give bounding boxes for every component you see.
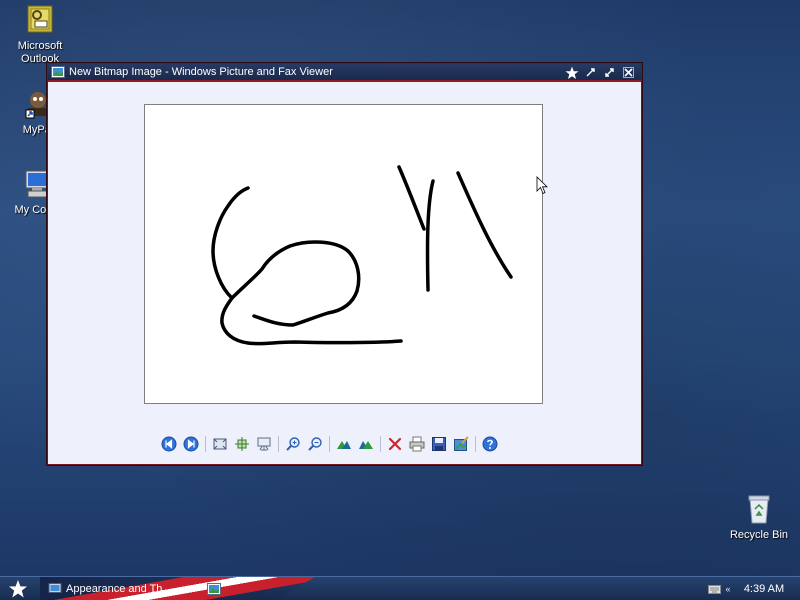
actual-size-button[interactable] — [231, 434, 253, 454]
recycle-bin-icon — [743, 493, 775, 525]
delete-icon — [388, 437, 402, 451]
edit-button[interactable] — [450, 434, 472, 454]
stroke-circle — [230, 240, 361, 327]
previous-image-icon — [161, 436, 177, 452]
window-controls — [563, 65, 637, 80]
maximize-icon — [605, 68, 614, 77]
slide-show-button[interactable] — [253, 434, 275, 454]
minimize-button[interactable] — [582, 65, 599, 80]
keyboard-tray-button[interactable] — [706, 581, 722, 597]
mouse-cursor-icon — [536, 176, 548, 195]
minimize-icon — [586, 68, 595, 77]
taskbar-item-label: Appearance and Th... — [66, 583, 172, 595]
start-button[interactable] — [4, 579, 32, 599]
taskbar-item-picture-viewer[interactable] — [207, 579, 227, 599]
window-titlebar[interactable]: New Bitmap Image - Windows Picture and F… — [48, 64, 641, 82]
drawing-image — [211, 165, 513, 346]
outlook-icon — [24, 4, 56, 36]
taskbar: Appearance and Th... « 4:39 AM — [0, 576, 800, 600]
picture-viewer-icon — [207, 583, 221, 595]
keyboard-icon — [707, 584, 721, 594]
desktop-icon-recycle-bin[interactable]: Recycle Bin — [724, 493, 794, 542]
desktop-icon-label: Microsoft — [17, 40, 63, 52]
picture-viewer-window[interactable]: New Bitmap Image - Windows Picture and F… — [47, 63, 642, 465]
picture-viewer-icon — [51, 66, 65, 78]
stroke-line-c — [456, 171, 513, 279]
viewer-toolbar — [158, 434, 501, 454]
rotate-counterclockwise-button[interactable] — [355, 434, 377, 454]
stroke-line-a — [397, 165, 426, 231]
rotate-clockwise-button[interactable] — [333, 434, 355, 454]
tray-expand-button[interactable]: « — [722, 581, 734, 597]
window-title: New Bitmap Image - Windows Picture and F… — [69, 66, 333, 78]
star-menu-button[interactable] — [563, 65, 580, 80]
taskbar-clock[interactable]: 4:39 AM — [734, 583, 794, 595]
toolbar-separator — [380, 436, 381, 452]
zoom-out-button[interactable] — [304, 434, 326, 454]
print-icon — [409, 436, 425, 452]
desktop-icon-outlook[interactable]: Microsoft Outlook — [5, 4, 75, 66]
print-button[interactable] — [406, 434, 428, 454]
edit-icon — [454, 436, 469, 451]
zoom-in-icon — [286, 437, 300, 451]
rotate-counterclockwise-icon — [359, 441, 373, 449]
close-icon — [623, 67, 634, 78]
image-canvas[interactable] — [144, 104, 543, 404]
display-properties-icon — [48, 583, 62, 593]
copy-to-button[interactable] — [428, 434, 450, 454]
taskbar-item-appearance[interactable]: Appearance and Th... — [48, 579, 198, 599]
star-icon — [9, 580, 27, 598]
best-fit-icon — [213, 438, 227, 450]
maximize-button[interactable] — [601, 65, 618, 80]
actual-size-icon — [235, 437, 249, 451]
stroke-line-b — [425, 179, 435, 292]
chevron-left-icon: « — [725, 584, 731, 594]
delete-button[interactable] — [384, 434, 406, 454]
next-image-button[interactable] — [180, 434, 202, 454]
toolbar-separator — [329, 436, 330, 452]
zoom-in-button[interactable] — [282, 434, 304, 454]
toolbar-separator — [278, 436, 279, 452]
rotate-clockwise-icon — [337, 441, 351, 449]
help-icon — [482, 436, 498, 452]
toolbar-separator — [205, 436, 206, 452]
toolbar-separator — [475, 436, 476, 452]
slide-show-icon — [257, 437, 271, 451]
star-icon — [565, 66, 578, 79]
best-fit-button[interactable] — [209, 434, 231, 454]
previous-image-button[interactable] — [158, 434, 180, 454]
window-client-area — [48, 84, 641, 464]
system-tray: « 4:39 AM — [706, 577, 800, 600]
close-button[interactable] — [620, 65, 637, 80]
desktop-icon-label: Recycle Bin — [729, 529, 789, 541]
help-button[interactable] — [479, 434, 501, 454]
save-icon — [432, 437, 446, 451]
next-image-icon — [183, 436, 199, 452]
zoom-out-icon — [308, 437, 322, 451]
